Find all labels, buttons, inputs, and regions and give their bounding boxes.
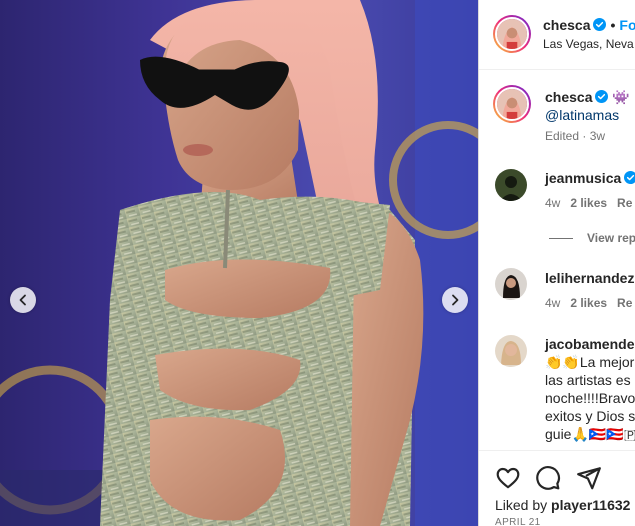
post-actions: Liked by player11632 APRIL 21 [479, 450, 635, 526]
post-location[interactable]: Las Vegas, Neva [543, 37, 634, 51]
verified-badge-icon [624, 171, 635, 184]
comments-list: chesca 👾 @latinamas Edited · 3w jeanmusi [479, 71, 635, 449]
post-date[interactable]: APRIL 21 [495, 517, 541, 526]
comment-meta: 4w 2 likes Re [545, 296, 632, 310]
liked-by-prefix: Liked by [495, 497, 548, 513]
caption-username[interactable]: chesca 👾 [545, 89, 630, 106]
comment-age: 4w [545, 296, 561, 310]
comment-text-line: las artistas es [545, 372, 631, 388]
caption-mention-link[interactable]: @latinamas [545, 106, 619, 124]
comment-username-text[interactable]: jeanmusica [545, 170, 621, 186]
comment-text: 👏👏La mejor las artistas es noche!!!!Brav… [545, 353, 635, 443]
post-side-panel: chesca•Fo Las Vegas, Neva chesca � [478, 0, 635, 526]
caption-emoji: 👾 [612, 89, 630, 105]
comment-likes[interactable]: 2 likes [570, 196, 607, 210]
instagram-post-modal: chesca•Fo Las Vegas, Neva chesca � [0, 0, 635, 526]
comment-icon[interactable] [535, 465, 561, 491]
comment-meta: 4w 2 likes Re [545, 196, 632, 210]
comment-avatar[interactable] [495, 169, 527, 201]
comment-avatar[interactable] [495, 335, 527, 367]
comment-avatar[interactable] [495, 268, 527, 300]
comment-username-text[interactable]: jacobamende [545, 336, 634, 352]
comment-text-line: guie🙏🇵🇷🇵🇷🇵 [545, 426, 635, 442]
comment-username[interactable]: lelihernandez [545, 270, 634, 286]
follow-button[interactable]: Fo [619, 17, 635, 33]
view-replies-label[interactable]: View rep [587, 231, 635, 245]
caption-edited-label: Edited [545, 129, 580, 143]
view-replies-button[interactable]: View rep [549, 231, 635, 245]
chevron-right-icon [452, 294, 459, 306]
carousel-previous-button[interactable] [10, 287, 36, 313]
comment-text-line: noche!!!!Bravo [545, 390, 635, 406]
comment-username-text[interactable]: lelihernandez [545, 270, 634, 286]
chevron-left-icon [19, 294, 26, 306]
comment-text-line: 👏👏La mejor [545, 354, 635, 370]
liked-by-user-link[interactable]: player11632 [551, 497, 630, 513]
post-media [0, 0, 478, 526]
verified-badge-icon [595, 90, 609, 103]
liked-by: Liked by player11632 [495, 497, 630, 513]
caption-age: 3w [589, 129, 606, 143]
separator-dot: • [610, 17, 616, 33]
comment-username[interactable]: jacobamende [545, 336, 634, 352]
comment-likes[interactable]: 2 likes [570, 296, 607, 310]
caption-username-text[interactable]: chesca [545, 89, 592, 105]
comment-age: 4w [545, 196, 561, 210]
heart-icon[interactable] [495, 465, 521, 491]
comment-reply-button[interactable]: Re [617, 296, 632, 310]
post-photo [0, 0, 478, 526]
comment-text-line: exitos y Dios s [545, 408, 635, 424]
caption-avatar[interactable] [493, 85, 531, 123]
comment-username[interactable]: jeanmusica [545, 170, 635, 186]
view-replies-line [549, 238, 573, 240]
post-header: chesca • Fo Las Vegas, Neva [479, 0, 635, 70]
author-username[interactable]: chesca • Fo [543, 17, 635, 33]
author-username-text[interactable]: chesca [543, 17, 590, 33]
caption-meta: Edited · 3w [545, 129, 606, 143]
verified-badge-icon [593, 18, 607, 31]
carousel-next-button[interactable] [442, 287, 468, 313]
author-avatar[interactable] [493, 15, 531, 53]
comment-reply-button[interactable]: Re [617, 196, 632, 210]
share-icon[interactable] [576, 465, 602, 491]
